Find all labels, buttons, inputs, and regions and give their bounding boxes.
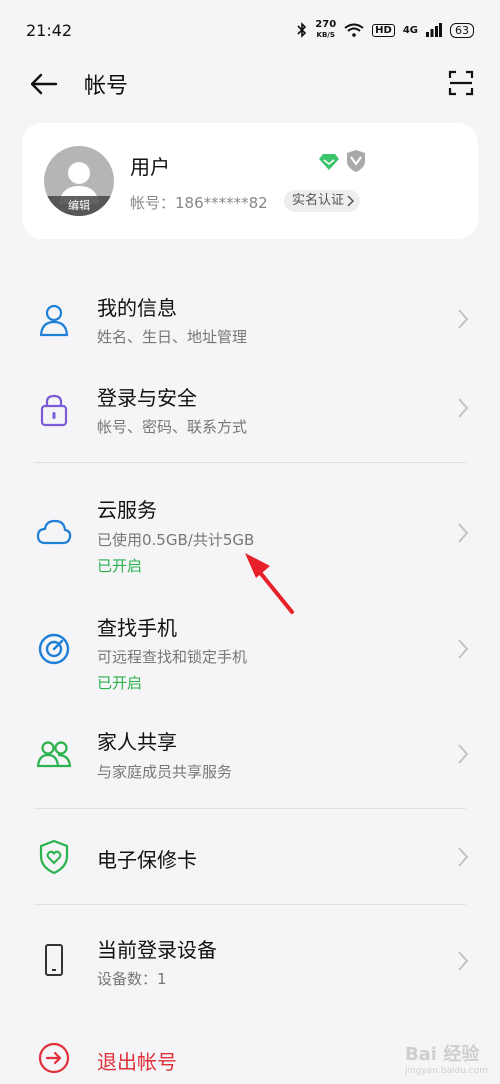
menu-title: 云服务 [97, 498, 157, 522]
watermark-sub: jingyan.baidu.com [404, 1066, 488, 1076]
menu-title: 我的信息 [97, 296, 177, 320]
menu-title: 登录与安全 [97, 386, 197, 410]
chevron-right-icon [458, 309, 469, 329]
profile-card[interactable]: 编辑 用户 帐号：186******82 实名认证 [22, 123, 478, 239]
menu-subtitle: 设备数：1 [97, 970, 167, 988]
status-bar: 21:42 270 KB/S HD 4G 63 [0, 0, 500, 60]
menu-title: 当前登录设备 [97, 938, 217, 962]
divider [34, 462, 466, 463]
status-label: 已开启 [97, 674, 143, 692]
status-icons: 270 KB/S HD 4G 63 [297, 20, 474, 40]
menu-title: 查找手机 [97, 616, 177, 640]
menu-subtitle: 与家庭成员共享服务 [97, 763, 233, 781]
menu-subtitle: 帐号、密码、联系方式 [97, 418, 248, 436]
menu-title: 电子保修卡 [97, 848, 197, 872]
chevron-right-icon [458, 398, 469, 418]
lock-icon [40, 394, 68, 427]
header: 帐号 [0, 60, 500, 108]
menu-item-logged-in-devices[interactable]: 当前登录设备 设备数：1 [0, 920, 500, 996]
divider [34, 808, 466, 809]
menu-item-find-phone[interactable]: 查找手机 可远程查找和锁定手机 已开启 [0, 598, 500, 698]
scan-icon[interactable] [448, 70, 474, 96]
logout-icon [38, 1042, 70, 1074]
avatar-edit-label[interactable]: 编辑 [44, 196, 114, 216]
avatar[interactable]: 编辑 [44, 146, 114, 216]
menu-item-login-security[interactable]: 登录与安全 帐号、密码、联系方式 [0, 372, 500, 448]
radar-icon [38, 633, 70, 665]
status-label: 已开启 [97, 557, 143, 575]
hd-icon: HD [372, 23, 395, 37]
cloud-icon [36, 519, 72, 545]
diamond-badge-icon [319, 154, 339, 170]
watermark: Bai 经验 jingyan.baidu.com [405, 1040, 488, 1076]
menu-item-my-info[interactable]: 我的信息 姓名、生日、地址管理 [0, 280, 500, 356]
menu-item-family-sharing[interactable]: 家人共享 与家庭成员共享服务 [0, 716, 500, 792]
signal-icon [426, 23, 442, 37]
watermark-main: Bai 经验 [404, 1044, 480, 1065]
network-type: 4G [402, 24, 418, 36]
wifi-icon [344, 23, 364, 37]
menu-title: 退出帐号 [97, 1050, 177, 1074]
phone-icon [45, 944, 63, 976]
person-icon [39, 304, 69, 337]
family-icon [36, 741, 72, 768]
real-name-verify-button[interactable]: 实名认证 [284, 190, 361, 212]
account-number: 帐号：186******82 [130, 194, 268, 212]
chevron-right-icon [347, 195, 355, 207]
chevron-right-icon [458, 523, 469, 543]
menu-subtitle: 已使用0.5GB/共计5GB [97, 531, 255, 549]
menu-item-warranty-card[interactable]: 电子保修卡 [0, 824, 500, 888]
shield-heart-icon [39, 839, 69, 875]
menu-title: 家人共享 [97, 730, 177, 754]
battery-icon: 63 [450, 22, 474, 38]
verify-label: 实名认证 [292, 193, 345, 208]
divider [34, 904, 466, 905]
network-speed: 270 KB/S [315, 19, 337, 40]
status-time: 21:42 [26, 20, 73, 40]
username: 用户 [130, 155, 170, 179]
menu-item-cloud-service[interactable]: 云服务 已使用0.5GB/共计5GB 已开启 [0, 478, 500, 582]
chevron-right-icon [458, 744, 469, 764]
page-title: 帐号 [84, 74, 129, 99]
chevron-right-icon [458, 639, 469, 659]
back-arrow-icon[interactable] [28, 70, 60, 98]
menu-subtitle: 姓名、生日、地址管理 [97, 328, 248, 346]
chevron-right-icon [458, 847, 469, 867]
menu-subtitle: 可远程查找和锁定手机 [97, 648, 248, 666]
shield-badge-icon [347, 150, 365, 172]
bluetooth-icon [297, 22, 307, 38]
chevron-right-icon [458, 951, 469, 971]
